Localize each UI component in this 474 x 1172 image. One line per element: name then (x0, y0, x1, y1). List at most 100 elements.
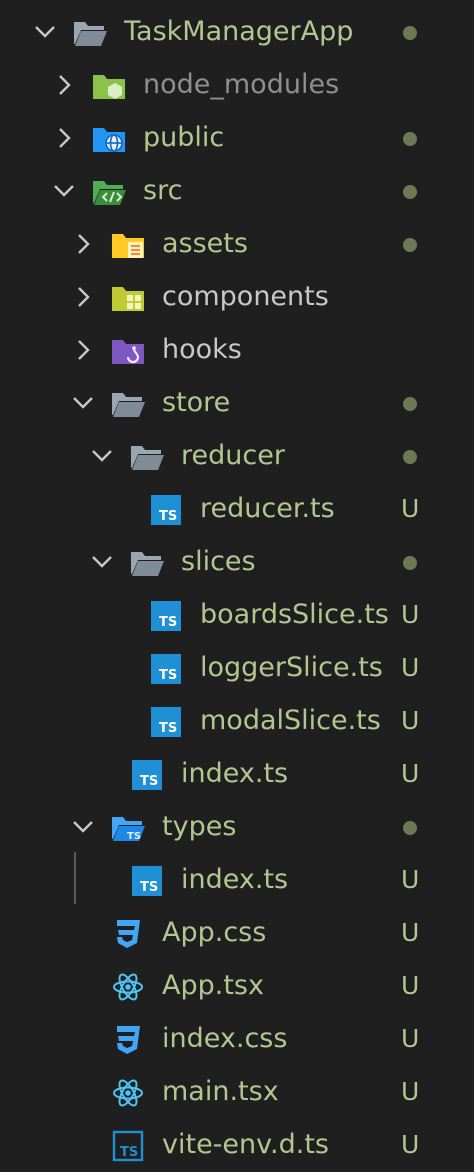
css-icon (110, 1024, 146, 1056)
file-row[interactable]: TS boardsSlice.ts U (0, 589, 474, 642)
modified-dot-indicator (403, 450, 417, 464)
git-status-badge: U (401, 918, 420, 947)
modified-dot-indicator (403, 26, 417, 40)
git-status-badge: U (401, 759, 420, 788)
modified-dot-indicator (403, 556, 417, 570)
tree-item-label: assets (162, 228, 248, 259)
chevron-down-icon[interactable] (89, 443, 115, 469)
folder-row[interactable]: store (0, 377, 474, 430)
tree-item-label: loggerSlice.ts (200, 652, 383, 683)
react-icon (110, 1077, 146, 1109)
tree-item-label: reducer.ts (200, 493, 335, 524)
tree-item-label: modalSlice.ts (200, 705, 381, 736)
folder-row[interactable]: components (0, 271, 474, 324)
tree-item-label: components (162, 281, 329, 312)
tree-item-label: boardsSlice.ts (200, 599, 389, 630)
file-row[interactable]: index.css U (0, 1013, 474, 1066)
git-status-badge: U (401, 865, 420, 894)
globe-folder-icon (91, 123, 127, 155)
tree-item-label: slices (181, 546, 256, 577)
modified-dot-indicator (403, 397, 417, 411)
file-row[interactable]: App.css U (0, 907, 474, 960)
hooks-folder-icon (110, 335, 146, 367)
typescript-icon: TS (148, 494, 184, 526)
tree-item-label: src (143, 175, 183, 206)
chevron-down-icon[interactable] (51, 178, 77, 204)
file-row[interactable]: App.tsx U (0, 960, 474, 1013)
git-status-badge: U (401, 653, 420, 682)
file-row[interactable]: TS index.ts U (0, 748, 474, 801)
git-status-badge: U (401, 1024, 420, 1053)
typescript-icon: TS (148, 706, 184, 738)
folder-row[interactable]: node_modules (0, 59, 474, 112)
svg-text:TS: TS (159, 509, 177, 524)
file-row[interactable]: TS loggerSlice.ts U (0, 642, 474, 695)
react-icon (110, 971, 146, 1003)
modified-dot-indicator (403, 238, 417, 252)
modified-dot-indicator (403, 185, 417, 199)
folder-open-icon (72, 17, 108, 49)
modified-dot-indicator (403, 821, 417, 835)
folder-row[interactable]: src (0, 165, 474, 218)
tree-item-label: vite-env.d.ts (162, 1129, 329, 1160)
folder-row[interactable]: hooks (0, 324, 474, 377)
tree-item-label: TaskManagerApp (124, 16, 354, 47)
folder-row[interactable]: assets (0, 218, 474, 271)
source-folder-icon (91, 176, 127, 208)
git-status-badge: U (401, 1077, 420, 1106)
chevron-right-icon[interactable] (70, 337, 96, 363)
chevron-down-icon[interactable] (32, 19, 58, 45)
typescript-icon: TS (129, 759, 165, 791)
typescript-icon: TS (129, 865, 165, 897)
svg-text:TS: TS (127, 831, 141, 842)
types-folder-icon: TS (110, 812, 146, 844)
tree-item-label: node_modules (143, 69, 340, 100)
typescript-icon: TS (148, 600, 184, 632)
tree-item-label: App.tsx (162, 970, 264, 1001)
file-row[interactable]: main.tsx U (0, 1066, 474, 1119)
folder-row[interactable]: TS types (0, 801, 474, 854)
svg-text:TS: TS (159, 615, 177, 630)
tree-item-label: App.css (162, 917, 267, 948)
folder-row[interactable]: TaskManagerApp (0, 6, 474, 59)
folder-open-icon (110, 388, 146, 420)
node-folder-icon (91, 70, 127, 102)
components-folder-icon (110, 282, 146, 314)
svg-text:TS: TS (159, 668, 177, 683)
tree-item-label: hooks (162, 334, 242, 365)
git-status-badge: U (401, 706, 420, 735)
tree-item-label: store (162, 387, 231, 418)
file-row[interactable]: TS reducer.ts U (0, 483, 474, 536)
css-icon (110, 918, 146, 950)
chevron-right-icon[interactable] (70, 284, 96, 310)
git-status-badge: U (401, 494, 420, 523)
git-status-badge: U (401, 1130, 420, 1159)
svg-text:TS: TS (140, 880, 158, 895)
typescript-outline-icon: TS (110, 1130, 146, 1162)
tree-item-label: types (162, 811, 237, 842)
svg-text:TS: TS (140, 774, 158, 789)
folder-row[interactable]: reducer (0, 430, 474, 483)
file-explorer-tree: TaskManagerApp node_modulespublic src asset… (0, 0, 474, 1166)
chevron-down-icon[interactable] (89, 549, 115, 575)
chevron-down-icon[interactable] (70, 390, 96, 416)
git-status-badge: U (401, 600, 420, 629)
tree-item-label: reducer (181, 440, 285, 471)
folder-open-icon (129, 441, 165, 473)
svg-text:TS: TS (159, 721, 177, 736)
tree-item-label: main.tsx (162, 1076, 279, 1107)
tree-item-label: index.ts (181, 758, 289, 789)
file-row[interactable]: TS modalSlice.ts U (0, 695, 474, 748)
chevron-down-icon[interactable] (70, 814, 96, 840)
svg-text:TS: TS (120, 1145, 138, 1160)
folder-open-icon (129, 547, 165, 579)
folder-row[interactable]: public (0, 112, 474, 165)
tree-item-label: public (143, 122, 225, 153)
chevron-right-icon[interactable] (70, 231, 96, 257)
modified-dot-indicator (403, 132, 417, 146)
chevron-right-icon[interactable] (51, 125, 77, 151)
chevron-right-icon[interactable] (51, 72, 77, 98)
file-row[interactable]: TS index.ts U (0, 854, 474, 907)
file-row[interactable]: TS vite-env.d.ts U (0, 1119, 474, 1172)
folder-row[interactable]: slices (0, 536, 474, 589)
